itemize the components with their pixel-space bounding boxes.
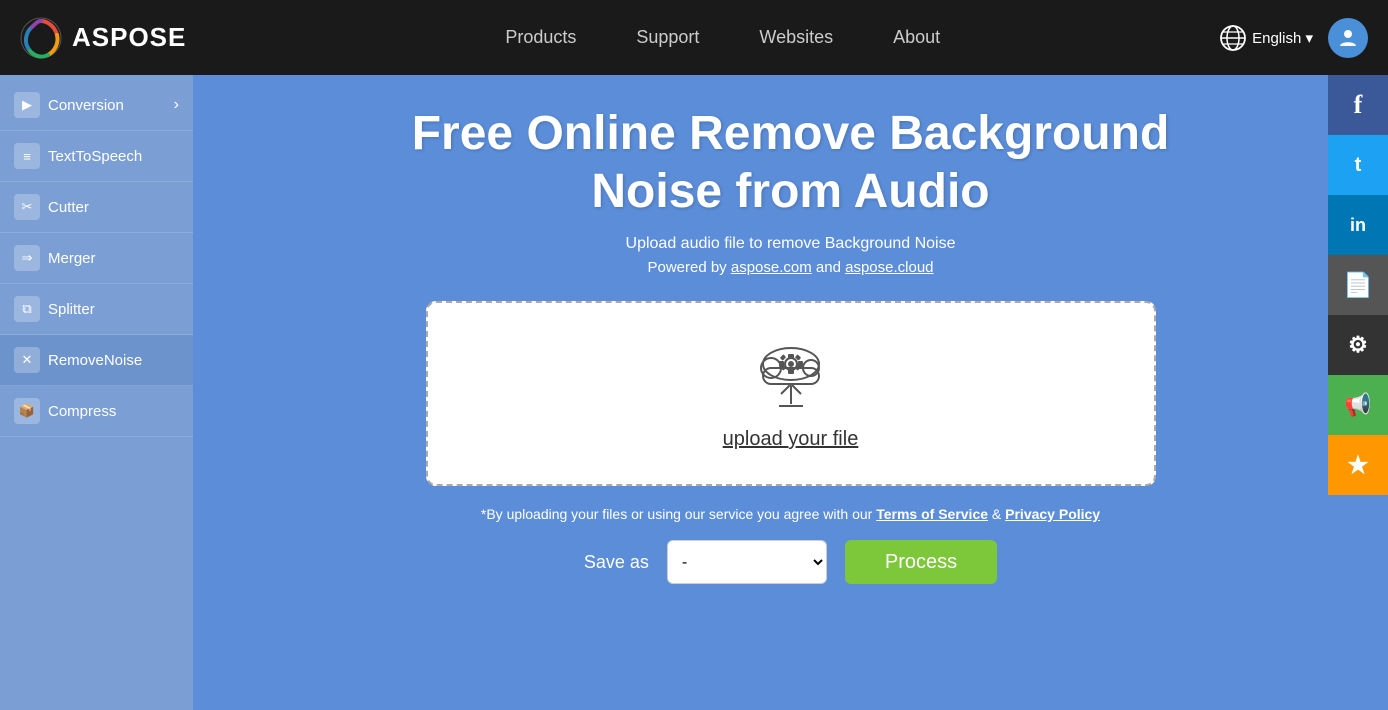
conversion-arrow: ›	[174, 96, 179, 114]
save-as-label: Save as	[584, 552, 649, 573]
nav-support[interactable]: Support	[636, 27, 699, 48]
file-button[interactable]: 📄	[1328, 255, 1388, 315]
social-bar: f t in 📄 ⚙ 📢 ★	[1328, 75, 1388, 495]
sidebar-splitter-label: Splitter	[48, 301, 95, 318]
aspose-cloud-link: aspose.cloud	[845, 259, 933, 276]
announce-icon: 📢	[1344, 392, 1371, 418]
twitter-button[interactable]: t	[1328, 135, 1388, 195]
terms-link[interactable]: Terms of Service	[876, 506, 988, 522]
language-selector[interactable]: English ▾	[1219, 24, 1313, 52]
user-avatar[interactable]	[1328, 18, 1368, 58]
upload-link[interactable]: upload your file	[723, 428, 859, 451]
sidebar-item-splitter[interactable]: ⧉ Splitter	[0, 284, 193, 335]
github-button[interactable]: ⚙	[1328, 315, 1388, 375]
aspose-com-link: aspose.com	[731, 259, 812, 276]
sidebar-item-cutter[interactable]: ✂ Cutter	[0, 182, 193, 233]
sidebar-compress-label: Compress	[48, 403, 116, 420]
header: ASPOSE Products Support Websites About E…	[0, 0, 1388, 75]
privacy-link[interactable]: Privacy Policy	[1005, 506, 1100, 522]
powered-by: Powered by aspose.com and aspose.cloud	[647, 259, 933, 276]
save-as-select[interactable]: -	[667, 540, 827, 584]
merger-icon: ⇒	[14, 245, 40, 271]
bottom-controls: *By uploading your files or using our se…	[213, 506, 1368, 584]
texttospeech-icon: ≡	[14, 143, 40, 169]
sidebar-item-merger[interactable]: ⇒ Merger	[0, 233, 193, 284]
page-title: Free Online Remove Background Noise from…	[391, 105, 1191, 220]
twitter-icon: t	[1355, 154, 1362, 177]
lang-label: English ▾	[1252, 29, 1313, 47]
upload-area[interactable]: upload your file	[426, 301, 1156, 486]
conversion-icon: ▶	[14, 92, 40, 118]
sidebar-item-compress[interactable]: 📦 Compress	[0, 386, 193, 437]
save-row: Save as - Process	[584, 540, 997, 584]
nav-products[interactable]: Products	[505, 27, 576, 48]
nav-about[interactable]: About	[893, 27, 940, 48]
sidebar-merger-label: Merger	[48, 250, 96, 267]
file-icon: 📄	[1343, 271, 1373, 300]
sidebar-item-texttospeech[interactable]: ≡ TextToSpeech	[0, 131, 193, 182]
sidebar-item-conversion[interactable]: ▶ Conversion ›	[0, 80, 193, 131]
upload-icon-wrap	[751, 336, 831, 416]
star-icon: ★	[1347, 451, 1369, 480]
star-button[interactable]: ★	[1328, 435, 1388, 495]
terms-text: *By uploading your files or using our se…	[481, 506, 1100, 522]
process-button[interactable]: Process	[845, 540, 997, 584]
cutter-icon: ✂	[14, 194, 40, 220]
globe-icon	[1219, 24, 1247, 52]
cloud-gear-icon	[751, 336, 831, 411]
header-right: English ▾	[1219, 18, 1368, 58]
announce-button[interactable]: 📢	[1328, 375, 1388, 435]
sidebar-item-removenoise[interactable]: ✕ RemoveNoise	[0, 335, 193, 386]
main-content: Free Online Remove Background Noise from…	[193, 75, 1388, 710]
page-subtitle: Upload audio file to remove Background N…	[626, 235, 956, 253]
github-icon: ⚙	[1348, 332, 1368, 358]
sidebar-texttospeech-label: TextToSpeech	[48, 148, 142, 165]
sidebar-removenoise-label: RemoveNoise	[48, 352, 142, 369]
sidebar: ▶ Conversion › ≡ TextToSpeech ✂ Cutter ⇒…	[0, 75, 193, 710]
facebook-icon: f	[1354, 90, 1363, 120]
compress-icon: 📦	[14, 398, 40, 424]
logo-text: ASPOSE	[72, 22, 186, 53]
removenoise-icon: ✕	[14, 347, 40, 373]
sidebar-conversion-label: Conversion	[48, 97, 124, 114]
main-nav: Products Support Websites About	[226, 27, 1219, 48]
user-icon	[1336, 26, 1360, 50]
linkedin-icon: in	[1350, 215, 1366, 236]
facebook-button[interactable]: f	[1328, 75, 1388, 135]
nav-websites[interactable]: Websites	[759, 27, 833, 48]
aspose-logo-icon	[20, 17, 62, 59]
main-layout: ▶ Conversion › ≡ TextToSpeech ✂ Cutter ⇒…	[0, 75, 1388, 710]
linkedin-button[interactable]: in	[1328, 195, 1388, 255]
sidebar-cutter-label: Cutter	[48, 199, 89, 216]
logo[interactable]: ASPOSE	[20, 17, 186, 59]
splitter-icon: ⧉	[14, 296, 40, 322]
